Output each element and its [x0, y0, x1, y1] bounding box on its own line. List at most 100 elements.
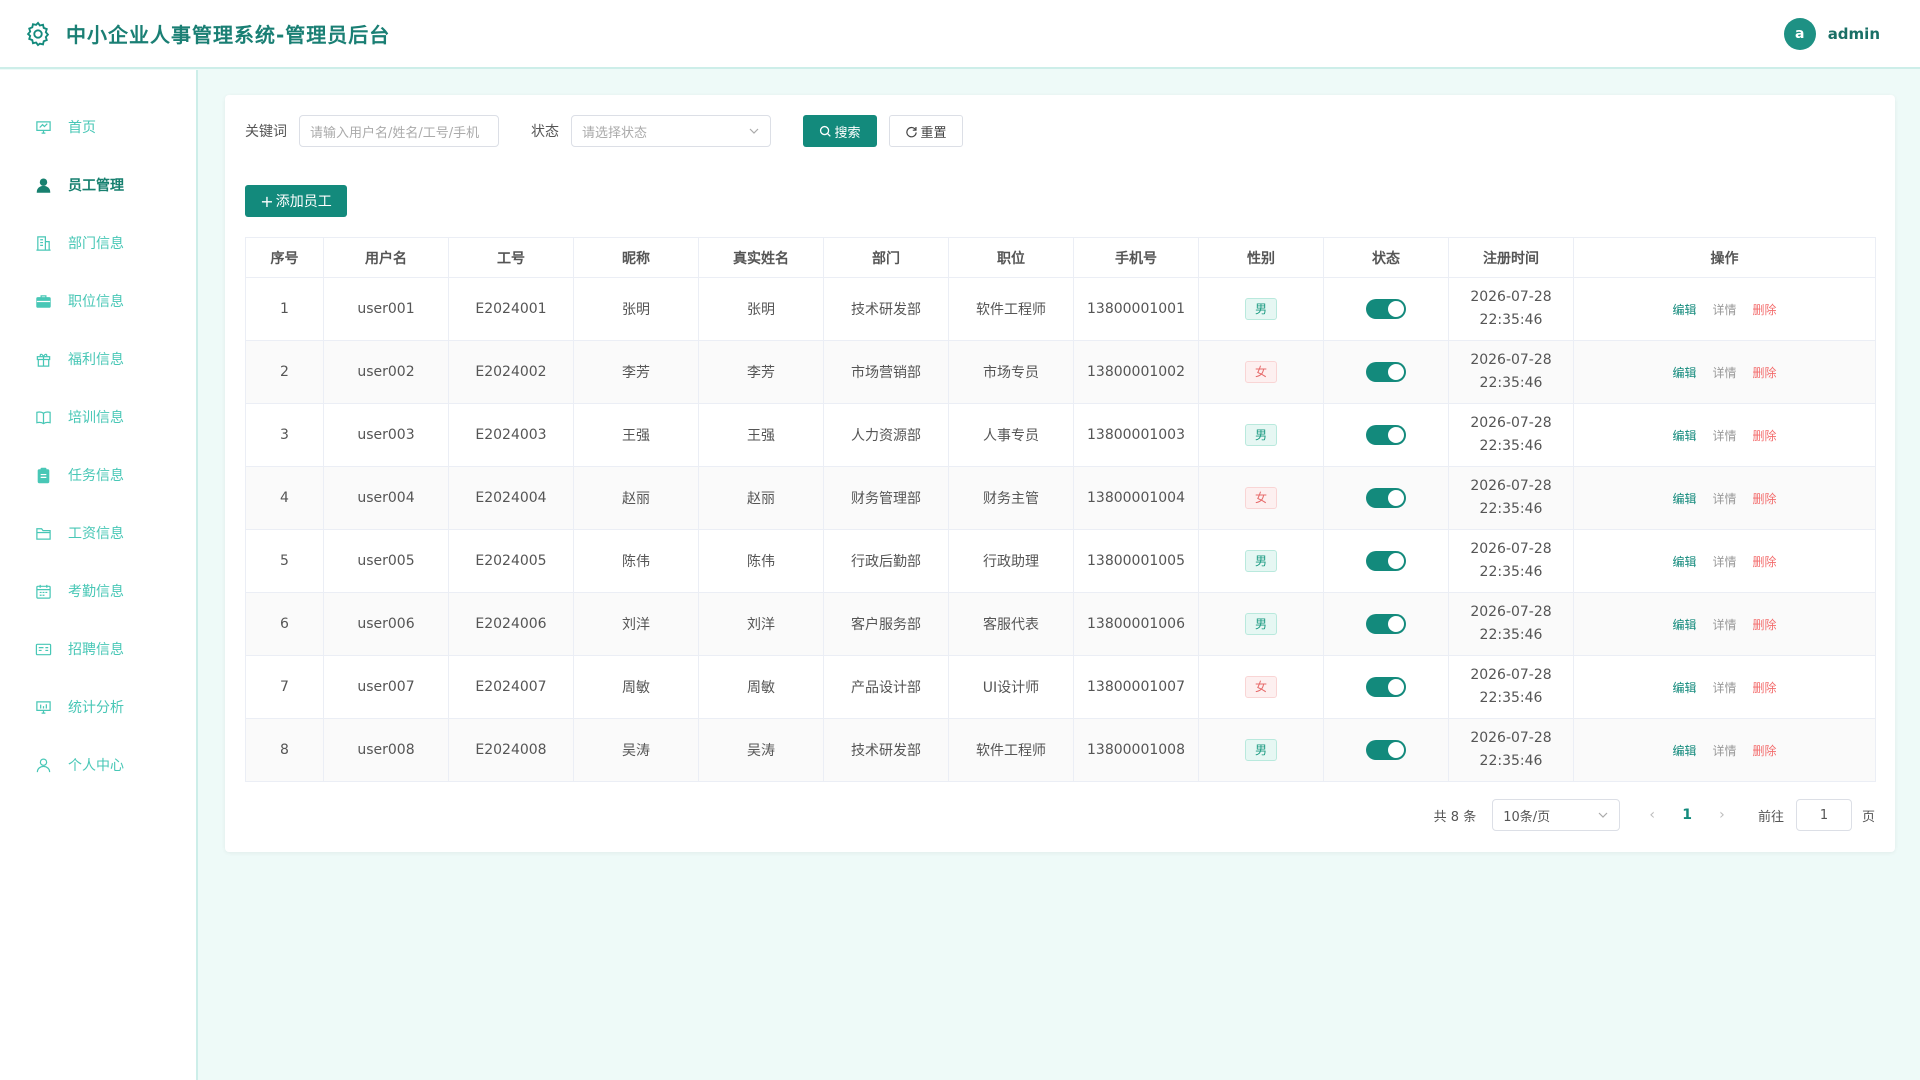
status-toggle[interactable]	[1366, 299, 1406, 319]
sidebar-item-label: 考勤信息	[68, 584, 124, 600]
sidebar-item[interactable]: 部门信息	[0, 214, 196, 272]
sidebar-item-label: 个人中心	[68, 758, 124, 774]
edit-link[interactable]: 编辑	[1672, 366, 1696, 380]
cell-actions: 编辑 详情 删除	[1573, 592, 1876, 656]
delete-link[interactable]: 删除	[1753, 303, 1777, 317]
edit-link[interactable]: 编辑	[1672, 429, 1696, 443]
status-toggle[interactable]	[1366, 614, 1406, 634]
sidebar-item[interactable]: 统计分析	[0, 678, 196, 736]
edit-link[interactable]: 编辑	[1672, 618, 1696, 632]
delete-link[interactable]: 删除	[1753, 681, 1777, 695]
table-row[interactable]: 8 user008 E2024008 吴涛 吴涛 技术研发部 软件工程师 1380000100…	[245, 718, 1876, 782]
prev-page-icon[interactable]: ‹	[1642, 807, 1662, 823]
delete-link[interactable]: 删除	[1753, 429, 1777, 443]
status-toggle[interactable]	[1366, 551, 1406, 571]
delete-link[interactable]: 删除	[1753, 555, 1777, 569]
detail-link[interactable]: 详情	[1712, 492, 1736, 506]
sidebar-item[interactable]: 员工管理	[0, 156, 196, 214]
gender-tag: 男	[1245, 424, 1277, 446]
detail-link[interactable]: 详情	[1712, 618, 1736, 632]
sidebar-item[interactable]: 福利信息	[0, 330, 196, 388]
register-date: 2026-07-28	[1470, 667, 1552, 683]
delete-link[interactable]: 删除	[1753, 366, 1777, 380]
cell-department: 财务管理部	[823, 466, 949, 530]
edit-link[interactable]: 编辑	[1672, 555, 1696, 569]
register-date: 2026-07-28	[1470, 604, 1552, 620]
edit-link[interactable]: 编辑	[1672, 492, 1696, 506]
detail-link[interactable]: 详情	[1712, 366, 1736, 380]
cell-username: user003	[323, 403, 449, 467]
page-size-select[interactable]: 10条/页	[1492, 799, 1621, 831]
delete-link[interactable]: 删除	[1753, 618, 1777, 632]
cell-register-time: 2026-07-28 22:35:46	[1448, 529, 1574, 593]
sidebar-item[interactable]: 个人中心	[0, 736, 196, 794]
cell-nickname: 赵丽	[573, 466, 699, 530]
cell-nickname: 李芳	[573, 340, 699, 404]
status-toggle[interactable]	[1366, 362, 1406, 382]
edit-link[interactable]: 编辑	[1672, 303, 1696, 317]
goto-page-input[interactable]: 1	[1795, 799, 1852, 831]
sidebar-item[interactable]: 招聘信息	[0, 620, 196, 678]
register-date: 2026-07-28	[1470, 478, 1552, 494]
cell-actions: 编辑 详情 删除	[1573, 529, 1876, 593]
logo[interactable]: 中小企业人事管理系统-管理员后台	[0, 19, 390, 48]
user-menu[interactable]: a admin	[1783, 18, 1880, 50]
detail-link[interactable]: 详情	[1712, 681, 1736, 695]
status-toggle[interactable]	[1366, 677, 1406, 697]
table-row[interactable]: 6 user006 E2024006 刘洋 刘洋 客户服务部 客服代表 13800001006…	[245, 592, 1876, 656]
table-row[interactable]: 4 user004 E2024004 赵丽 赵丽 财务管理部 财务主管 13800001004…	[245, 466, 1876, 530]
cell-phone: 13800001005	[1073, 529, 1199, 593]
add-employee-button[interactable]: + 添加员工	[245, 185, 347, 217]
table-row[interactable]: 5 user005 E2024005 陈伟 陈伟 行政后勤部 行政助理 13800001005…	[245, 529, 1876, 593]
delete-link[interactable]: 删除	[1753, 744, 1777, 758]
status-toggle[interactable]	[1366, 425, 1406, 445]
status-select[interactable]: 请选择状态	[571, 115, 771, 147]
book-icon	[34, 408, 52, 426]
detail-link[interactable]: 详情	[1712, 555, 1736, 569]
gift-icon	[34, 350, 52, 368]
cell-username: user006	[323, 592, 449, 656]
detail-link[interactable]: 详情	[1712, 303, 1736, 317]
reset-button[interactable]: 重置	[889, 115, 963, 147]
sidebar-item[interactable]: 工资信息	[0, 504, 196, 562]
sidebar-item[interactable]: 职位信息	[0, 272, 196, 330]
cell-username: user004	[323, 466, 449, 530]
table-row[interactable]: 3 user003 E2024003 王强 王强 人力资源部 人事专员 13800001003…	[245, 403, 1876, 467]
next-page-icon[interactable]: ›	[1712, 807, 1732, 823]
filter-bar: 关键词 请输入用户名/姓名/工号/手机 状态 请选择状态 搜索 重置	[245, 115, 963, 147]
detail-link[interactable]: 详情	[1712, 744, 1736, 758]
dashboard-icon	[34, 118, 52, 136]
detail-link[interactable]: 详情	[1712, 429, 1736, 443]
cell-nickname: 王强	[573, 403, 699, 467]
keyword-input[interactable]: 请输入用户名/姓名/工号/手机	[299, 115, 499, 147]
table-row[interactable]: 1 user001 E2024001 张明 张明 技术研发部 软件工程师 1380000100…	[245, 277, 1876, 341]
sidebar-item[interactable]: 首页	[0, 98, 196, 156]
search-button[interactable]: 搜索	[803, 115, 877, 147]
status-toggle[interactable]	[1366, 488, 1406, 508]
table-row[interactable]: 7 user007 E2024007 周敏 周敏 产品设计部 UI设计师 1380000100…	[245, 655, 1876, 719]
register-time: 22:35:46	[1479, 501, 1543, 517]
cell-real-name: 张明	[698, 277, 824, 341]
sidebar-item[interactable]: 任务信息	[0, 446, 196, 504]
edit-link[interactable]: 编辑	[1672, 681, 1696, 695]
sidebar-item[interactable]: 考勤信息	[0, 562, 196, 620]
gender-tag: 女	[1245, 361, 1277, 383]
delete-link[interactable]: 删除	[1753, 492, 1777, 506]
cell-username: user008	[323, 718, 449, 782]
current-page[interactable]: 1	[1682, 807, 1692, 823]
cell-register-time: 2026-07-28 22:35:46	[1448, 403, 1574, 467]
chart-icon	[34, 698, 52, 716]
sidebar-item[interactable]: 培训信息	[0, 388, 196, 446]
username[interactable]: admin	[1828, 25, 1880, 43]
sidebar: 首页 员工管理部门信息职位信息 福利信息 培训信息 任务信息 工资信息考勤信息招聘信息 统计…	[0, 70, 198, 1080]
status-toggle[interactable]	[1366, 740, 1406, 760]
column-header: 用户名	[323, 237, 449, 278]
register-date: 2026-07-28	[1470, 289, 1552, 305]
table-row[interactable]: 2 user002 E2024002 李芳 李芳 市场营销部 市场专员 13800001002…	[245, 340, 1876, 404]
cell-actions: 编辑 详情 删除	[1573, 655, 1876, 719]
keyword-label: 关键词	[245, 124, 287, 140]
register-time: 22:35:46	[1479, 312, 1543, 328]
edit-link[interactable]: 编辑	[1672, 744, 1696, 758]
avatar[interactable]: a	[1783, 18, 1816, 50]
sidebar-item-label: 部门信息	[68, 236, 124, 252]
